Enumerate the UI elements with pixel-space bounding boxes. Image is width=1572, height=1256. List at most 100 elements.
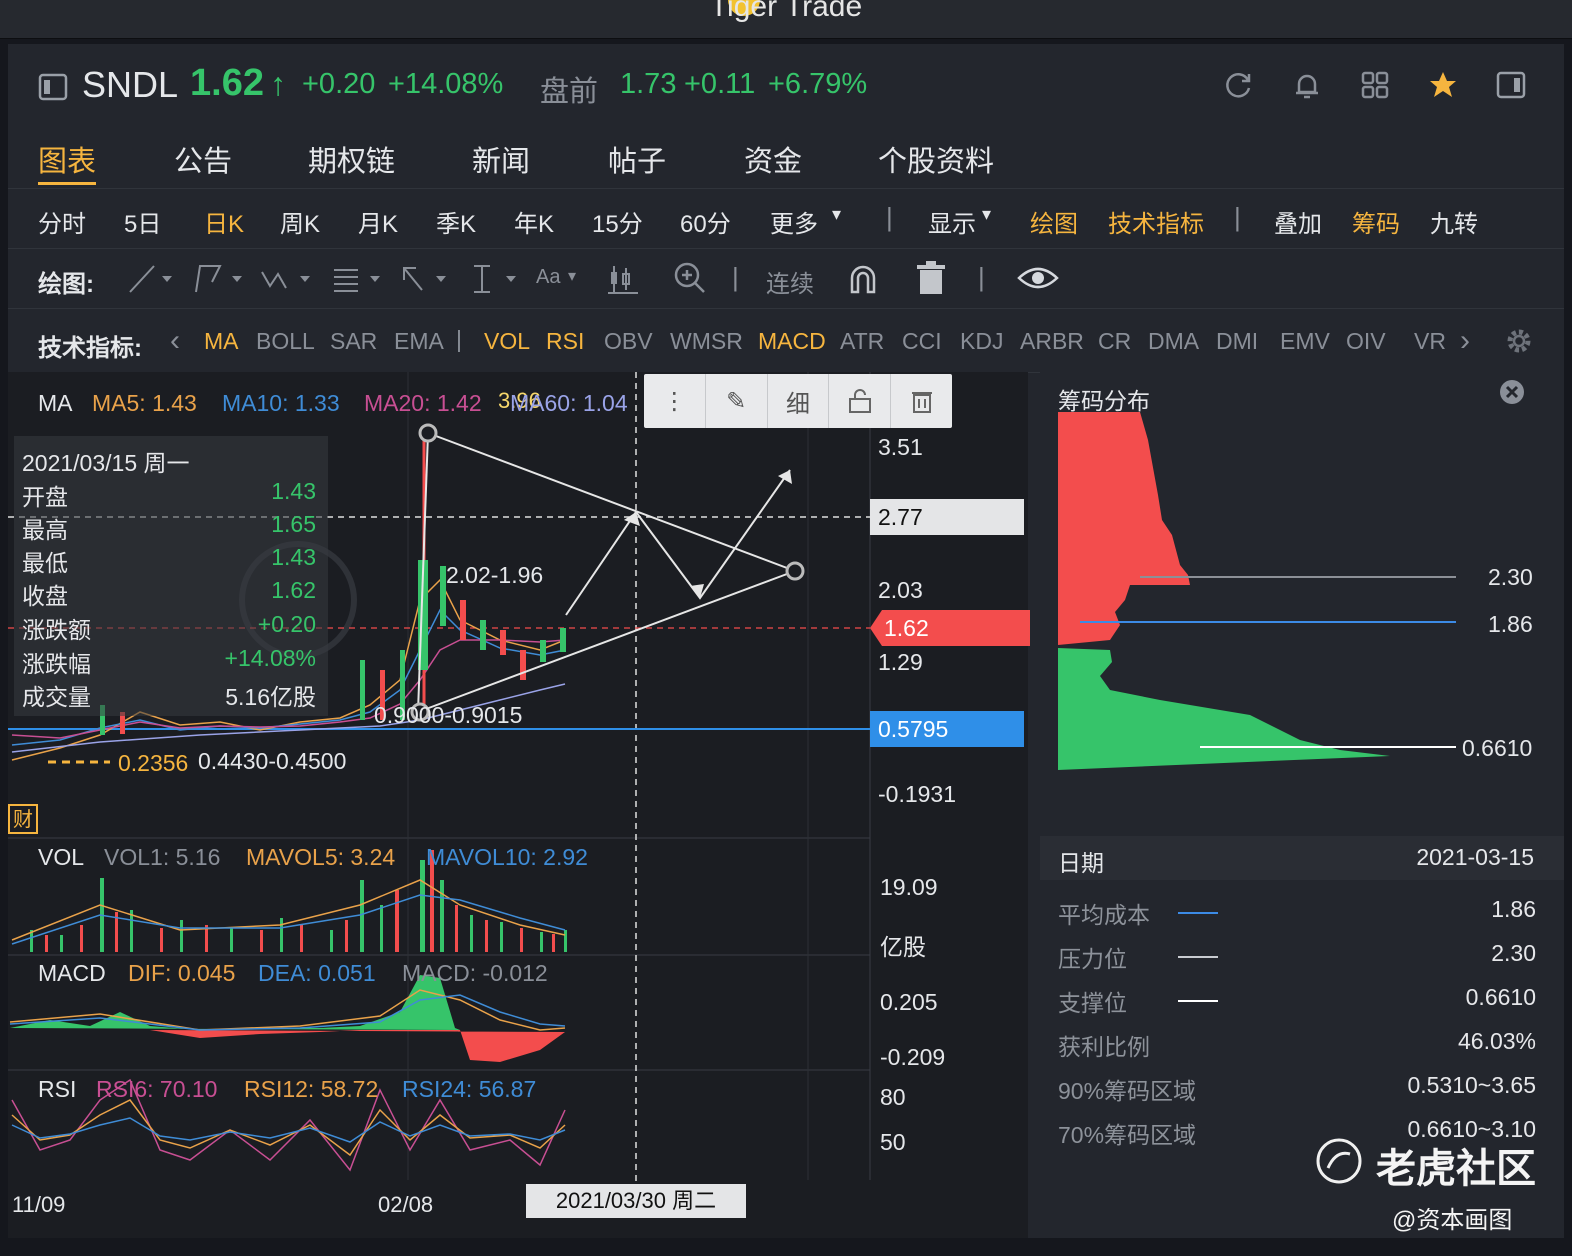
- price-range-tool-icon[interactable]: [468, 262, 524, 296]
- tab-profile[interactable]: 个股资料: [878, 138, 994, 180]
- indicator-vol[interactable]: VOL: [484, 328, 530, 355]
- avg-cost-level-label: 1.86: [1488, 611, 1533, 637]
- indicator-dma[interactable]: DMA: [1148, 328, 1199, 355]
- panel-toggle-icon[interactable]: [1496, 70, 1526, 100]
- indicator-dmi[interactable]: DMI: [1216, 328, 1258, 355]
- grid-icon[interactable]: [1360, 70, 1390, 100]
- magnet-icon[interactable]: [846, 262, 880, 296]
- rsi-axis-label: 80: [880, 1084, 906, 1110]
- period-intraday[interactable]: 分时: [38, 204, 86, 239]
- tab-news[interactable]: 新闻: [472, 138, 530, 180]
- vol-legend-label: VOL: [38, 844, 85, 870]
- premarket-change: +0.11: [684, 68, 756, 100]
- quote-header: SNDL 1.62 ↑ +0.20 +14.08% 盘前 1.73 +0.11 …: [8, 54, 1564, 120]
- chevron-right-icon[interactable]: ›: [1460, 324, 1470, 358]
- line-width-button[interactable]: 细: [768, 374, 830, 428]
- channel-tool-icon[interactable]: [192, 262, 248, 296]
- indicator-boll[interactable]: BOLL: [256, 328, 315, 355]
- indicator-obv[interactable]: OBV: [604, 328, 653, 355]
- price-axis-label: 1.29: [878, 649, 923, 675]
- indicator-ma[interactable]: MA: [204, 328, 239, 355]
- last-price: 1.62: [190, 62, 264, 104]
- indicator-cr[interactable]: CR: [1098, 328, 1131, 355]
- trash-icon[interactable]: [914, 260, 948, 296]
- change-value: +0.20: [257, 611, 316, 637]
- overlay-toggle[interactable]: 叠加: [1274, 204, 1322, 239]
- annotation-low: 0.2356: [118, 750, 189, 776]
- tab-chart[interactable]: 图表: [38, 138, 96, 180]
- period-monthly[interactable]: 月K: [358, 204, 398, 239]
- premarket-price: 1.73: [620, 68, 677, 100]
- display-menu[interactable]: 显示: [928, 204, 976, 239]
- draw-tools-label: 绘图:: [38, 271, 94, 298]
- trendline-tool-icon[interactable]: [126, 262, 178, 296]
- indicator-macd[interactable]: MACD: [758, 328, 826, 355]
- indicator-cci[interactable]: CCI: [902, 328, 942, 355]
- eye-icon[interactable]: [1016, 262, 1060, 294]
- period-yearly[interactable]: 年K: [514, 204, 554, 239]
- wave-tool-icon[interactable]: [260, 262, 316, 296]
- text-tool[interactable]: Aa: [536, 266, 560, 289]
- delete-drawing-icon[interactable]: [891, 374, 952, 428]
- dif-value: DIF: 0.045: [128, 960, 236, 986]
- fibonacci-tool-icon[interactable]: [330, 262, 386, 296]
- indicator-sar[interactable]: SAR: [330, 328, 377, 355]
- period-daily[interactable]: 日K: [204, 204, 244, 239]
- sidebar-toggle-icon[interactable]: [38, 72, 68, 102]
- chips-toggle[interactable]: 筹码: [1352, 204, 1400, 239]
- candlestick-tool-icon[interactable]: [606, 262, 640, 296]
- period-5day[interactable]: 5日: [124, 204, 161, 239]
- tab-funds[interactable]: 资金: [744, 138, 802, 180]
- chip-90-label: 90%筹码区域: [1058, 1078, 1197, 1104]
- period-60min[interactable]: 60分: [680, 204, 731, 239]
- period-quarterly[interactable]: 季K: [436, 204, 476, 239]
- indicator-wmsr[interactable]: WMSR: [670, 328, 743, 355]
- tab-posts[interactable]: 帖子: [608, 138, 666, 180]
- arrow-tool-icon[interactable]: [398, 262, 454, 296]
- financial-report-badge[interactable]: 财: [8, 804, 38, 834]
- premarket-label: 盘前: [540, 76, 599, 108]
- indicator-bar: 技术指标: ‹ MA BOLL SAR EMA | VOL RSI OBV WM…: [8, 312, 1564, 373]
- star-icon[interactable]: [1428, 70, 1458, 100]
- price-change: +0.20: [302, 68, 376, 100]
- nine-turn-toggle[interactable]: 九转: [1430, 204, 1478, 239]
- chip-date-value: 2021-03-15: [1416, 844, 1534, 870]
- tab-options-chain[interactable]: 期权链: [308, 138, 395, 180]
- tab-announcements[interactable]: 公告: [174, 138, 232, 180]
- indicator-ema[interactable]: EMA: [394, 328, 444, 355]
- indicator-kdj[interactable]: KDJ: [960, 328, 1003, 355]
- indicator-vr[interactable]: VR: [1414, 328, 1446, 355]
- change-pct-label: 涨跌幅: [22, 651, 91, 677]
- period-weekly[interactable]: 周K: [280, 204, 320, 239]
- refresh-icon[interactable]: [1224, 70, 1254, 100]
- zoom-in-icon[interactable]: [672, 260, 708, 296]
- indicator-oiv[interactable]: OIV: [1346, 328, 1386, 355]
- indicator-atr[interactable]: ATR: [840, 328, 884, 355]
- indicator-emv[interactable]: EMV: [1280, 328, 1330, 355]
- price-axis-label: -0.1931: [878, 781, 957, 807]
- macd-legend-label: MACD: [38, 960, 106, 986]
- bell-icon[interactable]: [1292, 70, 1322, 100]
- indicator-label: 技术指标:: [38, 335, 142, 362]
- avg-cost-label: 平均成本: [1058, 902, 1150, 928]
- ma10-value: MA10: 1.33: [222, 390, 340, 416]
- indicators-toggle[interactable]: 技术指标: [1108, 204, 1204, 239]
- indicator-rsi[interactable]: RSI: [546, 328, 584, 355]
- separator: |: [732, 262, 739, 292]
- chevron-left-icon[interactable]: ‹: [170, 324, 180, 358]
- continuous-toggle[interactable]: 连续: [766, 264, 814, 299]
- symbol: SNDL: [82, 64, 179, 105]
- draw-toggle[interactable]: 绘图: [1030, 204, 1078, 239]
- rsi24-value: RSI24: 56.87: [402, 1076, 537, 1102]
- ohlc-tooltip: 2021/03/15 周一 开盘 1.43 最高 1.65 最低 1.43 收盘 1.6…: [14, 436, 328, 716]
- pencil-icon[interactable]: ✎: [706, 374, 768, 428]
- support-line-swatch: [1178, 1000, 1218, 1002]
- period-15min[interactable]: 15分: [592, 204, 643, 239]
- rsi-axis-label: 50: [880, 1129, 906, 1155]
- drag-handle-icon[interactable]: ⋮: [644, 374, 706, 428]
- period-more[interactable]: 更多: [770, 204, 818, 239]
- unlock-icon[interactable]: [829, 374, 892, 428]
- gear-icon[interactable]: [1504, 326, 1534, 356]
- indicator-arbr[interactable]: ARBR: [1020, 328, 1084, 355]
- tiger-community-logo-icon: [1316, 1138, 1362, 1184]
